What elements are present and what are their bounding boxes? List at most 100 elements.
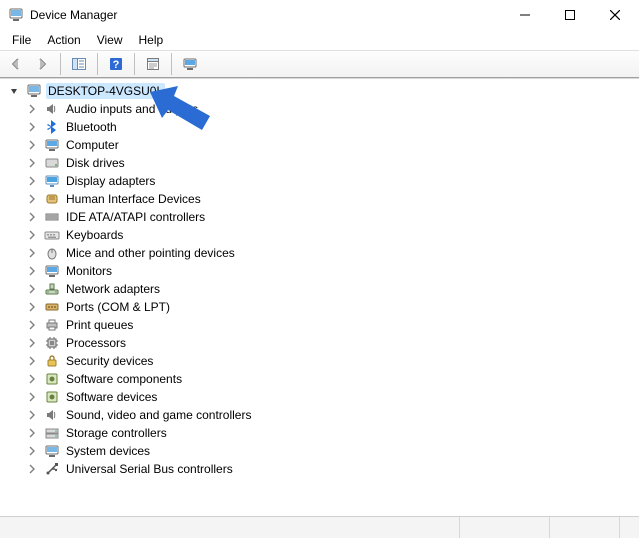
tree-item[interactable]: Print queues — [4, 316, 635, 334]
bluetooth-icon — [44, 119, 60, 135]
tree-item-label: Network adapters — [64, 281, 162, 297]
chevron-right-icon[interactable] — [24, 443, 40, 459]
status-cell — [459, 517, 549, 538]
close-button[interactable] — [592, 0, 637, 30]
tree-item-label: Display adapters — [64, 173, 157, 189]
maximize-button[interactable] — [547, 0, 592, 30]
help-button[interactable]: ? — [104, 52, 128, 76]
tree-item[interactable]: Universal Serial Bus controllers — [4, 460, 635, 478]
tree-item[interactable]: Software components — [4, 370, 635, 388]
chevron-right-icon[interactable] — [24, 155, 40, 171]
status-cell — [619, 517, 639, 538]
chevron-right-icon[interactable] — [24, 191, 40, 207]
device-tree[interactable]: DESKTOP-4VGSU0L Audio inputs and outputs… — [0, 80, 639, 496]
tree-item[interactable]: IDE ATA/ATAPI controllers — [4, 208, 635, 226]
chevron-right-icon[interactable] — [24, 371, 40, 387]
menu-view[interactable]: View — [89, 31, 131, 49]
usb-icon — [44, 461, 60, 477]
chevron-right-icon[interactable] — [24, 263, 40, 279]
chevron-right-icon[interactable] — [24, 119, 40, 135]
tree-item-label: Keyboards — [64, 227, 125, 243]
tree-item-label: Ports (COM & LPT) — [64, 299, 172, 315]
back-button[interactable] — [4, 52, 28, 76]
tree-item[interactable]: Human Interface Devices — [4, 190, 635, 208]
chevron-right-icon[interactable] — [24, 353, 40, 369]
display-icon — [44, 173, 60, 189]
toolbar-separator — [134, 53, 135, 75]
security-icon — [44, 353, 60, 369]
tree-item[interactable]: Display adapters — [4, 172, 635, 190]
tree-item-label: System devices — [64, 443, 152, 459]
chevron-right-icon[interactable] — [24, 137, 40, 153]
mouse-icon — [44, 245, 60, 261]
chevron-right-icon[interactable] — [24, 299, 40, 315]
chevron-right-icon[interactable] — [24, 209, 40, 225]
tree-item[interactable]: Bluetooth — [4, 118, 635, 136]
menu-action[interactable]: Action — [39, 31, 88, 49]
tree-root[interactable]: DESKTOP-4VGSU0L — [4, 82, 635, 100]
monitor-icon — [44, 137, 60, 153]
chevron-right-icon[interactable] — [24, 461, 40, 477]
menu-help[interactable]: Help — [131, 31, 172, 49]
software-icon — [44, 389, 60, 405]
toolbar: ? — [0, 50, 639, 78]
app-icon — [8, 7, 24, 23]
chevron-right-icon[interactable] — [24, 245, 40, 261]
chevron-right-icon[interactable] — [24, 335, 40, 351]
forward-button[interactable] — [30, 52, 54, 76]
chevron-right-icon[interactable] — [24, 173, 40, 189]
chevron-down-icon[interactable] — [6, 83, 22, 99]
tree-item[interactable]: System devices — [4, 442, 635, 460]
scan-hardware-button[interactable] — [178, 52, 202, 76]
tree-item-label: Software devices — [64, 389, 159, 405]
tree-item-label: Monitors — [64, 263, 114, 279]
cpu-icon — [44, 335, 60, 351]
tree-item[interactable]: Monitors — [4, 262, 635, 280]
computer-icon — [26, 83, 42, 99]
port-icon — [44, 299, 60, 315]
tree-item[interactable]: Network adapters — [4, 280, 635, 298]
tree-item-label: Security devices — [64, 353, 155, 369]
tree-item-label: Disk drives — [64, 155, 127, 171]
hid-icon — [44, 191, 60, 207]
tree-item-label: Sound, video and game controllers — [64, 407, 253, 423]
tree-item[interactable]: Audio inputs and outputs — [4, 100, 635, 118]
tree-item[interactable]: Disk drives — [4, 154, 635, 172]
tree-item-label: Mice and other pointing devices — [64, 245, 237, 261]
tree-item[interactable]: Security devices — [4, 352, 635, 370]
software-icon — [44, 371, 60, 387]
tree-item[interactable]: Sound, video and game controllers — [4, 406, 635, 424]
tree-item[interactable]: Software devices — [4, 388, 635, 406]
properties-button[interactable] — [141, 52, 165, 76]
tree-root-label: DESKTOP-4VGSU0L — [46, 83, 165, 99]
minimize-button[interactable] — [502, 0, 547, 30]
tree-item[interactable]: Processors — [4, 334, 635, 352]
show-hide-tree-button[interactable] — [67, 52, 91, 76]
tree-item-label: Print queues — [64, 317, 135, 333]
tree-item[interactable]: Ports (COM & LPT) — [4, 298, 635, 316]
status-cell — [549, 517, 619, 538]
printer-icon — [44, 317, 60, 333]
chevron-right-icon[interactable] — [24, 389, 40, 405]
speaker-icon — [44, 407, 60, 423]
chevron-right-icon[interactable] — [24, 281, 40, 297]
tree-item-label: Computer — [64, 137, 121, 153]
tree-item[interactable]: Mice and other pointing devices — [4, 244, 635, 262]
toolbar-separator — [60, 53, 61, 75]
tree-item[interactable]: Computer — [4, 136, 635, 154]
chevron-right-icon[interactable] — [24, 317, 40, 333]
drive-icon — [44, 155, 60, 171]
chevron-right-icon[interactable] — [24, 407, 40, 423]
tree-item-label: Human Interface Devices — [64, 191, 203, 207]
chevron-right-icon[interactable] — [24, 101, 40, 117]
tree-item[interactable]: Storage controllers — [4, 424, 635, 442]
tree-item-label: Storage controllers — [64, 425, 169, 441]
storage-icon — [44, 425, 60, 441]
chevron-right-icon[interactable] — [24, 227, 40, 243]
tree-item-label: Bluetooth — [64, 119, 119, 135]
menu-file[interactable]: File — [4, 31, 39, 49]
toolbar-separator — [171, 53, 172, 75]
menu-bar: File Action View Help — [0, 30, 639, 50]
tree-item[interactable]: Keyboards — [4, 226, 635, 244]
chevron-right-icon[interactable] — [24, 425, 40, 441]
